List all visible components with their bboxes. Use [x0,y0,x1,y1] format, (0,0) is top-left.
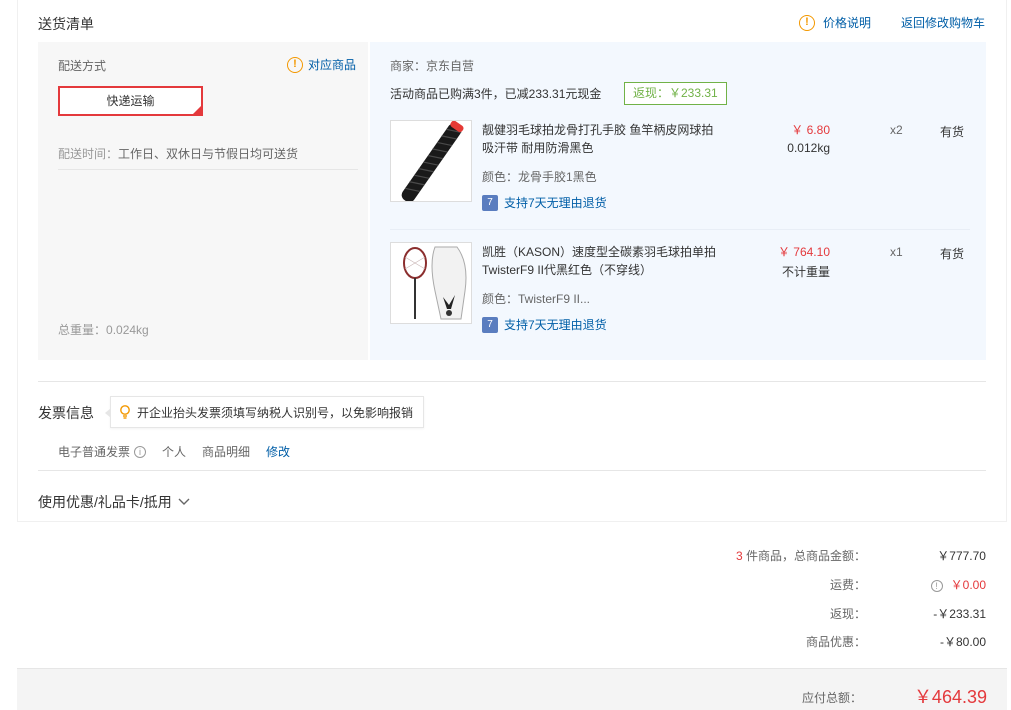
product-image[interactable] [390,120,472,202]
header-links: ! 价格说明 返回修改购物车 [798,14,985,31]
summary-goods-total: ￥777.70 [937,549,986,563]
correspond-items-label: 对应商品 [307,58,356,72]
invoice-type: 电子普通发票 [58,445,131,459]
return-policy-label: 支持7天无理由退货 [504,318,607,332]
product-name[interactable]: 凯胜（KASON）速度型全碳素羽毛球拍单拍TwisterF9 II代黑红色（不穿… [482,243,722,279]
shipping-time-label: 配送时间： [58,147,119,161]
seller-label: 商家：京东自营 [390,59,475,73]
promo-text: 活动商品已购满3件，已减233.31元现金 [390,87,602,101]
invoice-edit-link[interactable]: 修改 [266,443,290,460]
summary-discount-label: 商品优惠： [805,635,866,649]
summary-freight-label: 运费： [829,578,866,592]
summary-count: 3 [735,549,743,563]
chevron-down-icon [178,498,190,505]
invoice-title: 发票信息 [38,405,94,421]
invoice-content: 商品明细 [202,445,251,459]
summary-discount: -￥80.00 [939,635,986,649]
invoice-row: 电子普通发票 i 个人 商品明细 修改 [58,443,290,460]
items-panel: 商家：京东自营 活动商品已购满3件，已减233.31元现金 返现：￥233.31… [370,42,986,360]
product-weight: 0.012kg [787,141,830,155]
total-weight: 总重量：0.024kg [58,321,149,338]
cart-item: 靓健羽毛球拍龙骨打孔手胶 鱼竿柄皮网球拍吸汗带 耐用防滑黑色 颜色：龙骨手胶1黑… [390,120,970,230]
return-icon: 7 [482,316,498,333]
return-policy[interactable]: 7 支持7天无理由退货 [482,194,607,211]
summary-rebate-label: 返现： [829,607,866,621]
section-title: 送货清单 [38,16,94,32]
product-qty: x1 [890,245,903,259]
coupon-label: 使用优惠/礼品卡/抵用 [38,494,172,510]
product-name[interactable]: 靓健羽毛球拍龙骨打孔手胶 鱼竿柄皮网球拍吸汗带 耐用防滑黑色 [482,121,722,157]
invoice-header: 个人 [162,445,187,459]
correspond-items-link[interactable]: ! 对应商品 [286,56,356,73]
payable-total: ￥464.39 [913,687,987,707]
return-policy[interactable]: 7 支持7天无理由退货 [482,316,607,333]
payable-bar: 应付总额： ￥464.39 [17,668,1007,710]
summary-goods-row: 3 件商品，总商品金额： ￥777.70 [666,547,986,564]
product-qty: x2 [890,123,903,137]
cart-item: 凯胜（KASON）速度型全碳素羽毛球拍单拍TwisterF9 II代黑红色（不穿… [390,242,970,352]
summary-rebate: -￥233.31 [933,607,986,621]
shipping-method-option[interactable]: 快递运输 ✓ [58,86,203,116]
shipping-method-label: 配送方式 [58,59,107,73]
total-weight-value: 0.024kg [106,323,149,337]
price-info-link[interactable]: 价格说明 [823,14,871,31]
summary-rebate-row: 返现： -￥233.31 [666,605,986,622]
product-weight: 不计重量 [781,265,830,279]
return-icon: 7 [482,194,498,211]
warning-icon: ! [286,56,303,73]
shipping-time-value: 工作日、双休日与节假日均可送货 [118,147,299,161]
shipping-panel: 配送方式 ! 对应商品 快递运输 ✓ 配送时间：工作日、双休日与节假日均可送货 … [38,42,368,360]
product-stock: 有货 [940,247,965,261]
coupon-toggle[interactable]: 使用优惠/礼品卡/抵用 [38,492,191,512]
summary-count-label: 件商品，总商品金额： [742,549,866,563]
payable-label: 应付总额： [801,691,862,705]
check-icon: ✓ [194,106,200,113]
product-stock: 有货 [940,125,965,139]
divider [38,381,986,382]
product-price: ￥ 6.80 [791,123,830,137]
divider [38,470,986,471]
info-icon[interactable]: i [134,445,147,458]
bulb-icon [120,405,130,419]
shipping-time: 配送时间：工作日、双休日与节假日均可送货 [58,145,358,170]
shipping-method-option-label: 快递运输 [106,94,155,108]
rebate-badge: 返现：￥233.31 [624,82,727,105]
summary-discount-row: 商品优惠： -￥80.00 [666,633,986,650]
product-color: 颜色：龙骨手胶1黑色 [482,170,597,184]
summary-freight: ￥0.00 [950,578,986,592]
product-color: 颜色：TwisterF9 II... [482,292,591,306]
summary-freight-row: 运费： ! ￥0.00 [666,576,986,593]
return-policy-label: 支持7天无理由退货 [504,196,607,210]
total-weight-label: 总重量： [58,323,107,337]
invoice-tip-text: 开企业抬头发票须填写纳税人识别号，以免影响报销 [137,405,414,420]
warning-icon: ! [798,14,815,31]
invoice-tip: 开企业抬头发票须填写纳税人识别号，以免影响报销 [104,396,425,428]
info-icon[interactable]: ! [930,580,943,592]
product-price: ￥ 764.10 [777,245,830,259]
product-image[interactable] [390,242,472,324]
back-to-cart-link[interactable]: 返回修改购物车 [901,14,985,31]
